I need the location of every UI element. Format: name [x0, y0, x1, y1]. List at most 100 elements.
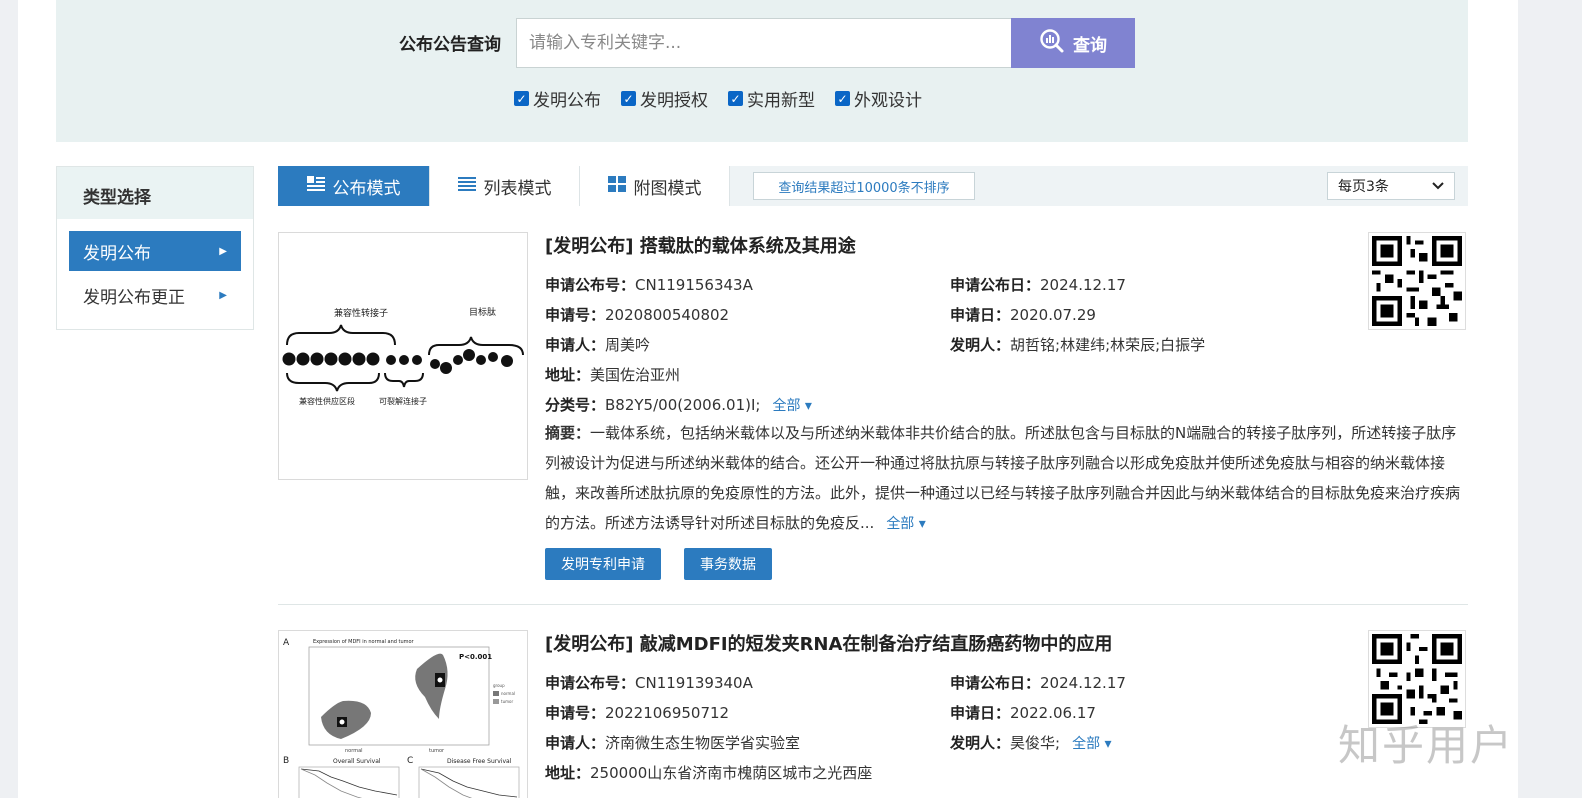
more-label: 全部 [1072, 736, 1101, 752]
figure-panel-label: B [283, 756, 289, 766]
inventor-field: 发明人：昊俊华; 全部 ▾ [950, 732, 1112, 753]
field-label: 申请公布号： [545, 276, 636, 294]
grid-icon [607, 175, 626, 197]
chevron-down-icon [1432, 178, 1444, 194]
search-input[interactable] [516, 18, 1012, 68]
x-axis-label: normal [345, 748, 363, 754]
classification-field: 分类号：B82Y5/00(2006.01)I; 全部 ▾ [545, 394, 812, 415]
invention-application-button[interactable]: 发明专利申请 [545, 548, 661, 580]
app-date-field: 申请日：2022.06.17 [950, 702, 1096, 723]
per-page-select[interactable]: 每页3条 [1327, 172, 1455, 200]
expand-classification-link[interactable]: 全部 ▾ [772, 398, 811, 414]
x-axis-label: tumor [429, 748, 445, 754]
legend-label: normal [501, 691, 515, 696]
patent-title[interactable]: [发明公布] 敲减MDFI的短发夹RNA在制备治疗结直肠癌药物中的应用 [545, 630, 1112, 656]
search-label: 公布公告查询 [399, 35, 501, 55]
more-label: 全部 [772, 398, 801, 414]
caret-down-icon: ▾ [918, 516, 926, 532]
tab-label: 列表模式 [483, 178, 552, 199]
p-value-label: P<0.001 [459, 653, 492, 661]
figure-label: 兼容性供应区段 [299, 396, 355, 406]
pub-no-field: 申请公布号：CN119156343A [545, 274, 753, 295]
checkbox-invention-publication[interactable]: ✓ 发明公布 [514, 86, 601, 111]
pub-date-field: 申请公布日：2024.12.17 [950, 274, 1126, 295]
caret-right-icon: ▶ [219, 289, 227, 301]
figure-label: 目标肽 [469, 306, 496, 318]
type-checkbox-group: ✓ 发明公布 ✓ 发明授权 ✓ 实用新型 ✓ 外观设计 [514, 86, 922, 111]
search-button-label: 查询 [1073, 35, 1107, 56]
sidebar-item-label: 发明公布 [83, 243, 151, 264]
applicant-field: 申请人：周美吟 [545, 334, 650, 355]
field-value: 2020800540802 [605, 306, 730, 324]
checkbox-label: 实用新型 [747, 91, 815, 111]
app-date-field: 申请日：2020.07.29 [950, 304, 1096, 325]
field-value: B82Y5/00(2006.01)I; [605, 396, 761, 414]
affairs-data-button[interactable]: 事务数据 [684, 548, 772, 580]
tab-publish-mode[interactable]: 公布模式 [278, 166, 430, 206]
field-value: CN119139340A [635, 674, 753, 692]
patent-figure-thumbnail[interactable]: A Expression of MDFI in normal and tumor… [278, 630, 528, 798]
checkbox-design[interactable]: ✓ 外观设计 [835, 86, 922, 111]
sort-notice: 查询结果超过10000条不排序 [753, 172, 975, 200]
abstract-text: 摘要：一载体系统，包括纳米载体以及与所述纳米载体非共价结合的肽。所述肽包含与目标… [545, 418, 1465, 539]
field-value: 2022.06.17 [1010, 704, 1096, 722]
field-value: 昊俊华; [1010, 734, 1061, 752]
field-label: 地址： [545, 366, 591, 384]
sidebar-item-label: 发明公布更正 [83, 287, 185, 308]
field-value: CN119156343A [635, 276, 753, 294]
patent-figure-thumbnail[interactable]: 兼容性转接子 目标肽 兼容性供应区段 可裂解连接子 [278, 232, 528, 480]
expand-abstract-link[interactable]: 全部 ▾ [886, 516, 925, 532]
field-label: 申请号： [545, 704, 606, 722]
field-label: 分类号： [545, 396, 606, 414]
figure-title: Disease Free Survival [447, 758, 512, 765]
more-label: 全部 [886, 516, 915, 532]
type-sidebar: 类型选择 发明公布 ▶ 发明公布更正 ▶ [56, 166, 254, 330]
inventor-field: 发明人：胡哲铭;林建纬;林荣辰;白振学 [950, 334, 1205, 355]
abstract-label: 摘要： [545, 424, 591, 442]
sidebar-title: 类型选择 [57, 167, 253, 219]
patent-record: A Expression of MDFI in normal and tumor… [278, 630, 1468, 798]
field-value: 2022106950712 [605, 704, 730, 722]
checkbox-checked-icon[interactable]: ✓ [728, 91, 743, 106]
watermark-text: 知乎用户 [1338, 721, 1515, 770]
checkbox-invention-grant[interactable]: ✓ 发明授权 [621, 86, 708, 111]
checkbox-label: 外观设计 [854, 91, 922, 111]
applicant-field: 申请人：济南微生态生物医学省实验室 [545, 732, 800, 753]
figure-panel-label: A [283, 638, 290, 648]
tab-label: 附图模式 [633, 178, 702, 199]
caret-right-icon: ▶ [219, 245, 227, 257]
tab-label: 公布模式 [332, 178, 401, 199]
sidebar-item-invention-publication[interactable]: 发明公布 ▶ [69, 231, 241, 271]
figure-title: Overall Survival [333, 758, 381, 765]
field-label: 申请人： [545, 734, 606, 752]
field-label: 申请公布日： [950, 674, 1041, 692]
checkbox-checked-icon[interactable]: ✓ [621, 91, 636, 106]
address-field: 地址：美国佐治亚州 [545, 364, 680, 385]
field-value: 2024.12.17 [1040, 276, 1126, 294]
sidebar-item-publication-correction[interactable]: 发明公布更正 ▶ [69, 275, 241, 315]
app-no-field: 申请号：2020800540802 [545, 304, 729, 325]
field-label: 发明人： [950, 734, 1011, 752]
checkbox-checked-icon[interactable]: ✓ [514, 91, 529, 106]
tab-figure-mode[interactable]: 附图模式 [580, 166, 730, 206]
figure-label: 可裂解连接子 [379, 396, 427, 406]
field-label: 申请公布号： [545, 674, 636, 692]
expand-inventor-link[interactable]: 全部 ▾ [1072, 736, 1111, 752]
tab-list-mode[interactable]: 列表模式 [430, 166, 580, 206]
field-label: 申请人： [545, 336, 606, 354]
checkbox-checked-icon[interactable]: ✓ [835, 91, 850, 106]
field-label: 申请公布日： [950, 276, 1041, 294]
legend-label: group [493, 683, 505, 688]
patent-title[interactable]: [发明公布] 搭载肽的载体系统及其用途 [545, 232, 856, 258]
field-label: 地址： [545, 764, 591, 782]
record-divider [278, 604, 1468, 605]
page-panel: 公布公告查询 查询 ✓ 发明公布 ✓ 发明授权 [18, 0, 1518, 798]
field-label: 申请日： [950, 306, 1011, 324]
field-value: 胡哲铭;林建纬;林荣辰;白振学 [1010, 336, 1206, 354]
field-value: 2020.07.29 [1010, 306, 1096, 324]
abstract-body: 一载体系统，包括纳米载体以及与所述纳米载体非共价结合的肽。所述肽包含与目标肽的N… [545, 424, 1461, 532]
checkbox-utility-model[interactable]: ✓ 实用新型 [728, 86, 815, 111]
patent-record: 兼容性转接子 目标肽 兼容性供应区段 可裂解连接子 [发明公布] 搭载肽的载体系… [278, 232, 1468, 592]
field-value: 2024.12.17 [1040, 674, 1126, 692]
search-button[interactable]: 查询 [1011, 18, 1135, 68]
